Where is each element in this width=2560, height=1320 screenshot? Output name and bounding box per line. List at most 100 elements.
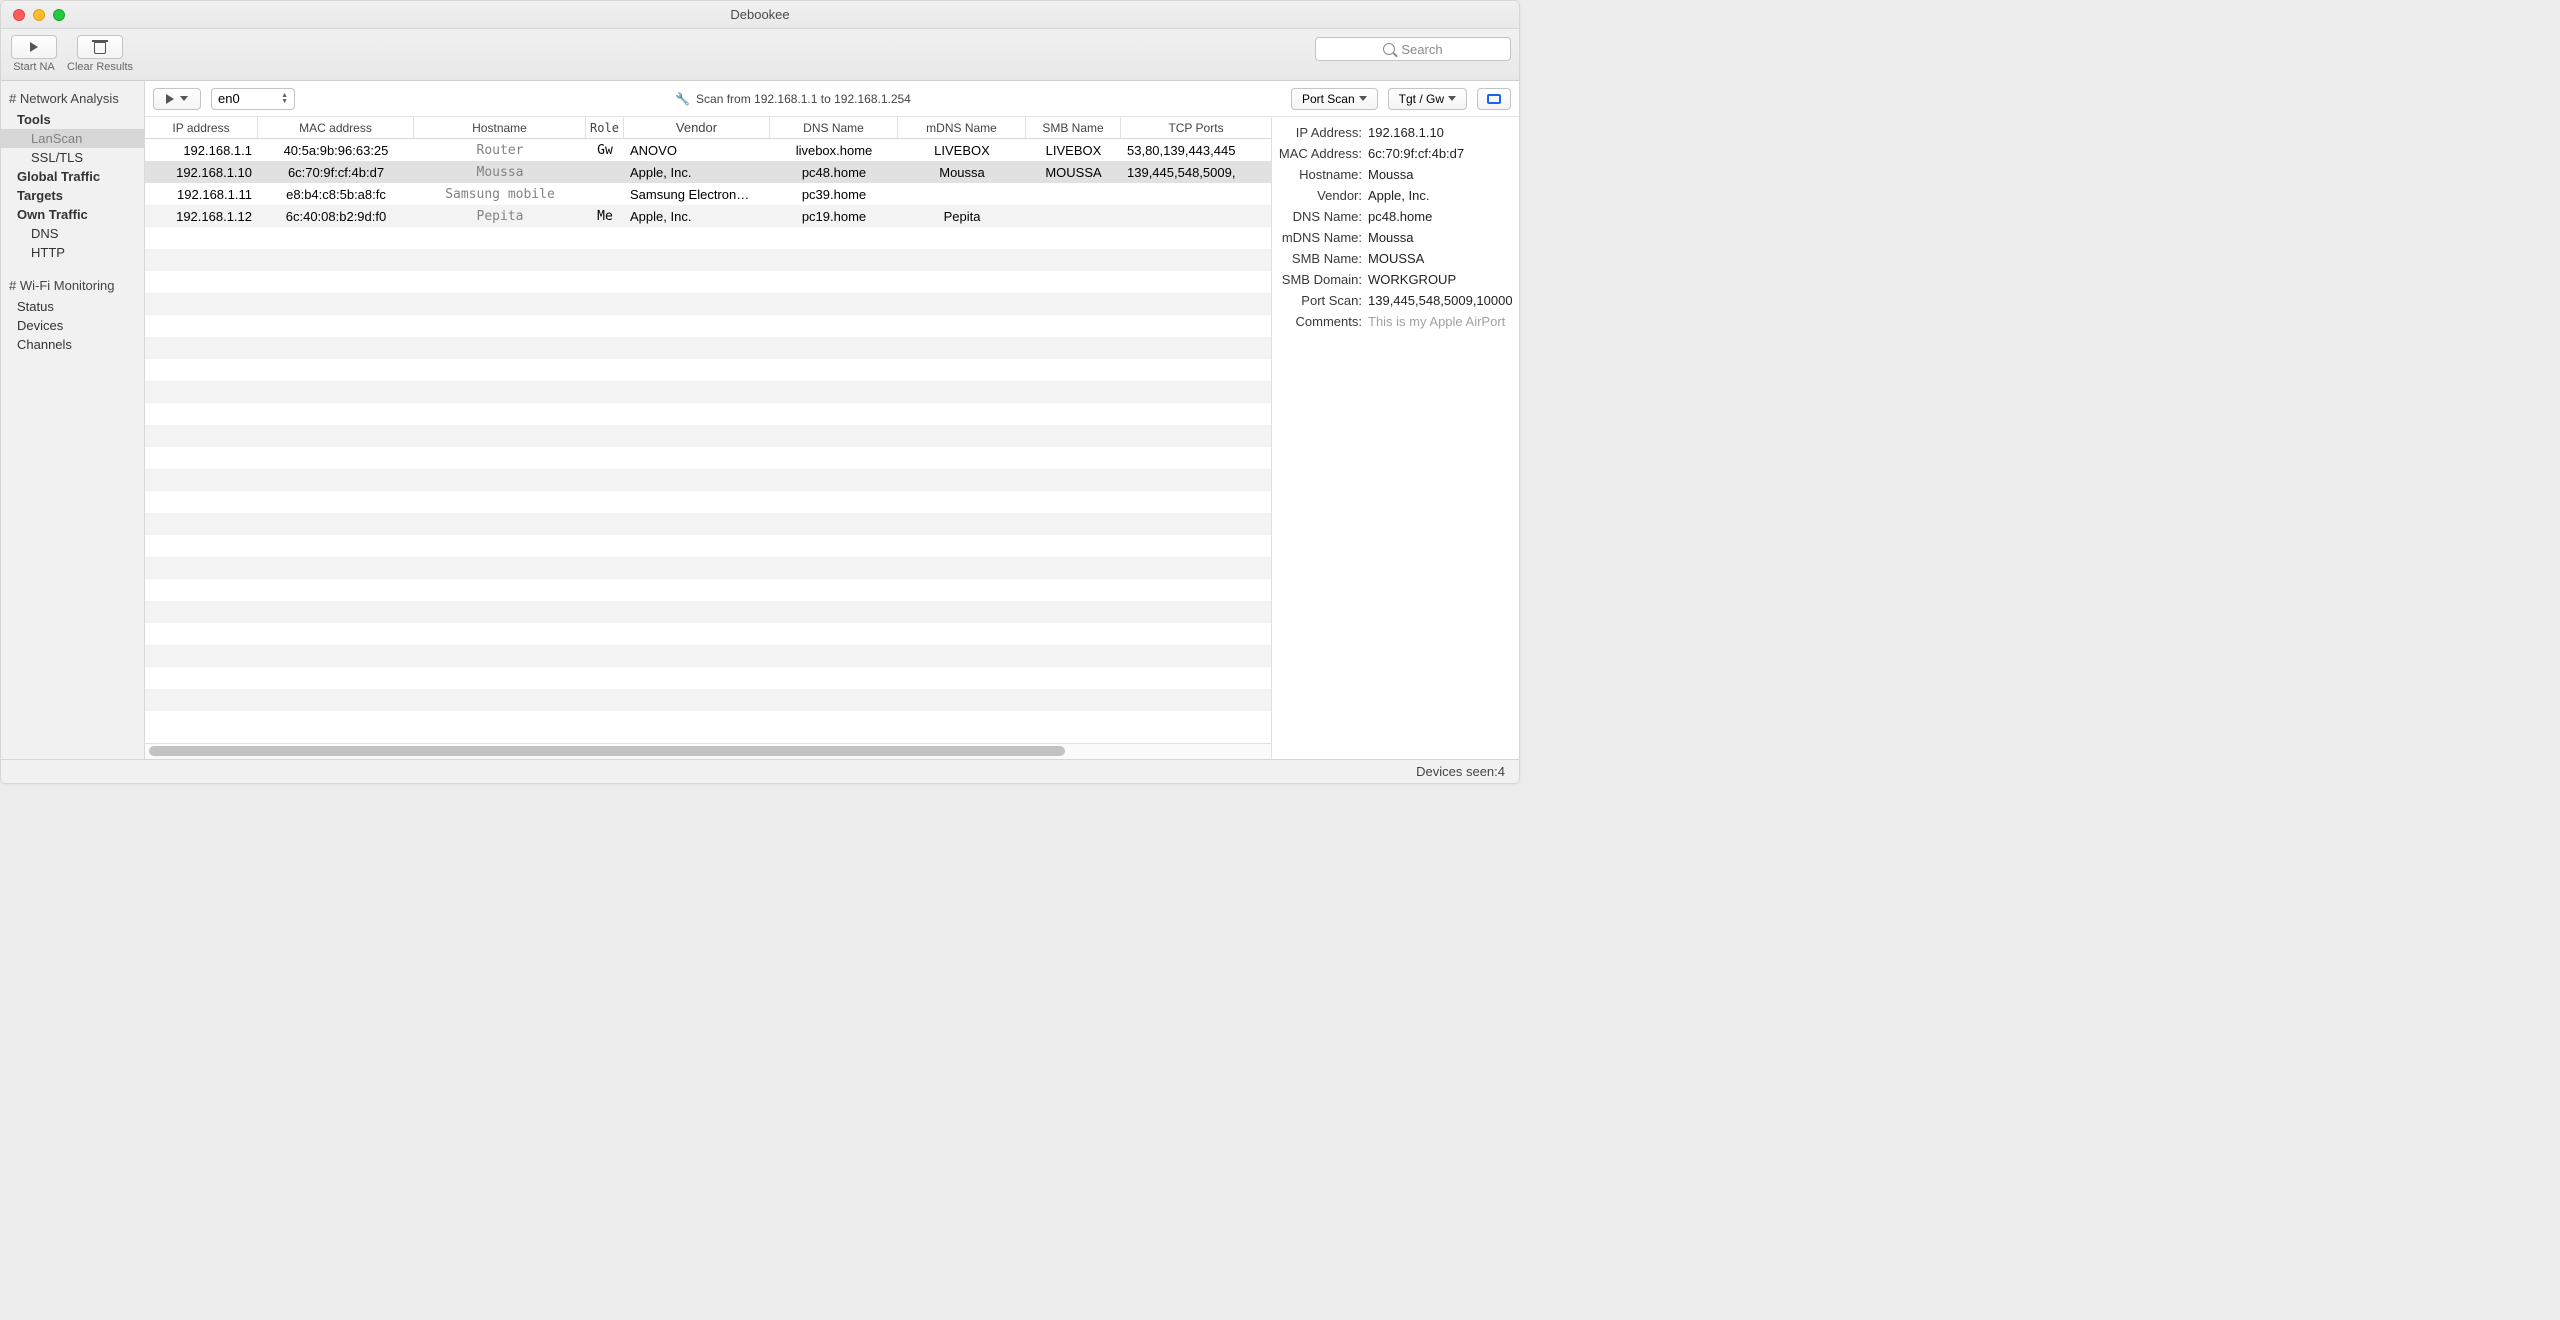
detail-row: mDNS Name:Moussa xyxy=(1278,230,1513,245)
th-mdns[interactable]: mDNS Name xyxy=(898,117,1026,138)
table-row xyxy=(145,491,1271,513)
detail-value: 192.168.1.10 xyxy=(1368,125,1513,140)
sidebar-item-tools[interactable]: Tools xyxy=(1,110,144,129)
clear-results-label: Clear Results xyxy=(67,61,133,73)
table-row xyxy=(145,535,1271,557)
th-vendor[interactable]: Vendor xyxy=(624,117,770,138)
sidebar-item-own-traffic[interactable]: Own Traffic xyxy=(1,205,144,224)
table-row xyxy=(145,579,1271,601)
scan-range-label: 🔧Scan from 192.168.1.1 to 192.168.1.254 xyxy=(305,92,1281,106)
start-na-button[interactable] xyxy=(11,35,57,59)
panel-icon xyxy=(1487,94,1501,104)
sidebar-item-targets[interactable]: Targets xyxy=(1,186,144,205)
th-smb[interactable]: SMB Name xyxy=(1026,117,1121,138)
cell: LIVEBOX xyxy=(898,143,1026,158)
port-scan-dropdown[interactable]: Port Scan xyxy=(1291,88,1378,110)
sidebar-item-channels[interactable]: Channels xyxy=(1,335,144,354)
table-row[interactable]: 192.168.1.140:5a:9b:96:63:25RouterGwANOV… xyxy=(145,139,1271,161)
cell: Samsung mobile xyxy=(414,187,586,202)
table-row[interactable]: 192.168.1.11e8:b4:c8:5b:a8:fcSamsung mob… xyxy=(145,183,1271,205)
toolbar: Start NA Clear Results Search xyxy=(1,29,1519,81)
cell: livebox.home xyxy=(770,143,898,158)
th-ports[interactable]: TCP Ports xyxy=(1121,117,1271,138)
detail-row: Vendor:Apple, Inc. xyxy=(1278,188,1513,203)
window-title: Debookee xyxy=(1,7,1519,22)
sidebar-item-devices[interactable]: Devices xyxy=(1,316,144,335)
table-row[interactable]: 192.168.1.126c:40:08:b2:9d:f0PepitaMeApp… xyxy=(145,205,1271,227)
detail-value: Moussa xyxy=(1368,230,1513,245)
table-row[interactable]: 192.168.1.106c:70:9f:cf:4b:d7MoussaApple… xyxy=(145,161,1271,183)
cell: Apple, Inc. xyxy=(624,209,770,224)
cell: e8:b4:c8:5b:a8:fc xyxy=(258,187,414,202)
cell: pc39.home xyxy=(770,187,898,202)
sidebar-item-ssltls[interactable]: SSL/TLS xyxy=(1,148,144,167)
sidebar-item-status[interactable]: Status xyxy=(1,297,144,316)
detail-key: Comments: xyxy=(1278,314,1368,329)
cell: Samsung Electron… xyxy=(624,187,770,202)
tgt-gw-dropdown[interactable]: Tgt / Gw xyxy=(1388,88,1467,110)
detail-value: 6c:70:9f:cf:4b:d7 xyxy=(1368,146,1513,161)
cell: pc19.home xyxy=(770,209,898,224)
cell: Moussa xyxy=(414,165,586,180)
table-row xyxy=(145,557,1271,579)
interface-select[interactable]: en0▲▼ xyxy=(211,88,295,110)
cell: Pepita xyxy=(898,209,1026,224)
table-row xyxy=(145,337,1271,359)
hosts-table: IP address MAC address Hostname Role Ven… xyxy=(145,117,1271,759)
detail-value: MOUSSA xyxy=(1368,251,1513,266)
search-input[interactable]: Search xyxy=(1315,37,1511,61)
detail-row: IP Address:192.168.1.10 xyxy=(1278,125,1513,140)
sidebar-section-wifi: # Wi-Fi Monitoring xyxy=(1,274,144,297)
table-row xyxy=(145,249,1271,271)
th-mac[interactable]: MAC address xyxy=(258,117,414,138)
detail-row: SMB Domain:WORKGROUP xyxy=(1278,272,1513,287)
cell: Me xyxy=(586,209,624,224)
search-icon xyxy=(1383,43,1395,55)
cell: 139,445,548,5009, xyxy=(1121,165,1271,180)
detail-value: pc48.home xyxy=(1368,209,1513,224)
titlebar: Debookee xyxy=(1,1,1519,29)
cell: pc48.home xyxy=(770,165,898,180)
table-row xyxy=(145,293,1271,315)
cell: 192.168.1.10 xyxy=(145,165,258,180)
devices-seen-label: Devices seen: xyxy=(1416,764,1498,779)
sidebar-item-http[interactable]: HTTP xyxy=(1,243,144,262)
table-row xyxy=(145,359,1271,381)
cell: MOUSSA xyxy=(1026,165,1121,180)
scan-toolbar: en0▲▼ 🔧Scan from 192.168.1.1 to 192.168.… xyxy=(145,81,1519,117)
details-pane-toggle[interactable] xyxy=(1477,88,1511,110)
th-ip[interactable]: IP address xyxy=(145,117,258,138)
detail-value: Apple, Inc. xyxy=(1368,188,1513,203)
sidebar-item-global-traffic[interactable]: Global Traffic xyxy=(1,167,144,186)
wrench-icon: 🔧 xyxy=(675,92,690,106)
search-placeholder: Search xyxy=(1401,42,1442,57)
interface-value: en0 xyxy=(218,91,240,106)
scan-play-button[interactable] xyxy=(153,88,201,110)
detail-value: Moussa xyxy=(1368,167,1513,182)
scrollbar-thumb[interactable] xyxy=(149,746,1065,756)
detail-key: Hostname: xyxy=(1278,167,1368,182)
cell: Gw xyxy=(586,143,624,158)
clear-results-button[interactable] xyxy=(77,35,123,59)
detail-row: DNS Name:pc48.home xyxy=(1278,209,1513,224)
detail-row: Comments:This is my Apple AirPort xyxy=(1278,314,1513,329)
th-role[interactable]: Role xyxy=(586,117,624,138)
sidebar-item-dns[interactable]: DNS xyxy=(1,224,144,243)
detail-value: WORKGROUP xyxy=(1368,272,1513,287)
start-na-label: Start NA xyxy=(13,61,55,73)
detail-key: SMB Domain: xyxy=(1278,272,1368,287)
cell: Apple, Inc. xyxy=(624,165,770,180)
detail-value: This is my Apple AirPort xyxy=(1368,314,1513,329)
horizontal-scrollbar[interactable] xyxy=(145,743,1271,759)
play-icon xyxy=(30,42,38,52)
th-hostname[interactable]: Hostname xyxy=(414,117,586,138)
cell: Moussa xyxy=(898,165,1026,180)
cell: Router xyxy=(414,143,586,158)
sidebar-item-lanscan[interactable]: LanScan xyxy=(1,129,144,148)
table-row xyxy=(145,645,1271,667)
th-dns[interactable]: DNS Name xyxy=(770,117,898,138)
chevron-down-icon xyxy=(180,96,188,101)
detail-key: Port Scan: xyxy=(1278,293,1368,308)
detail-value: 139,445,548,5009,10000 xyxy=(1368,293,1513,308)
detail-row: Hostname:Moussa xyxy=(1278,167,1513,182)
